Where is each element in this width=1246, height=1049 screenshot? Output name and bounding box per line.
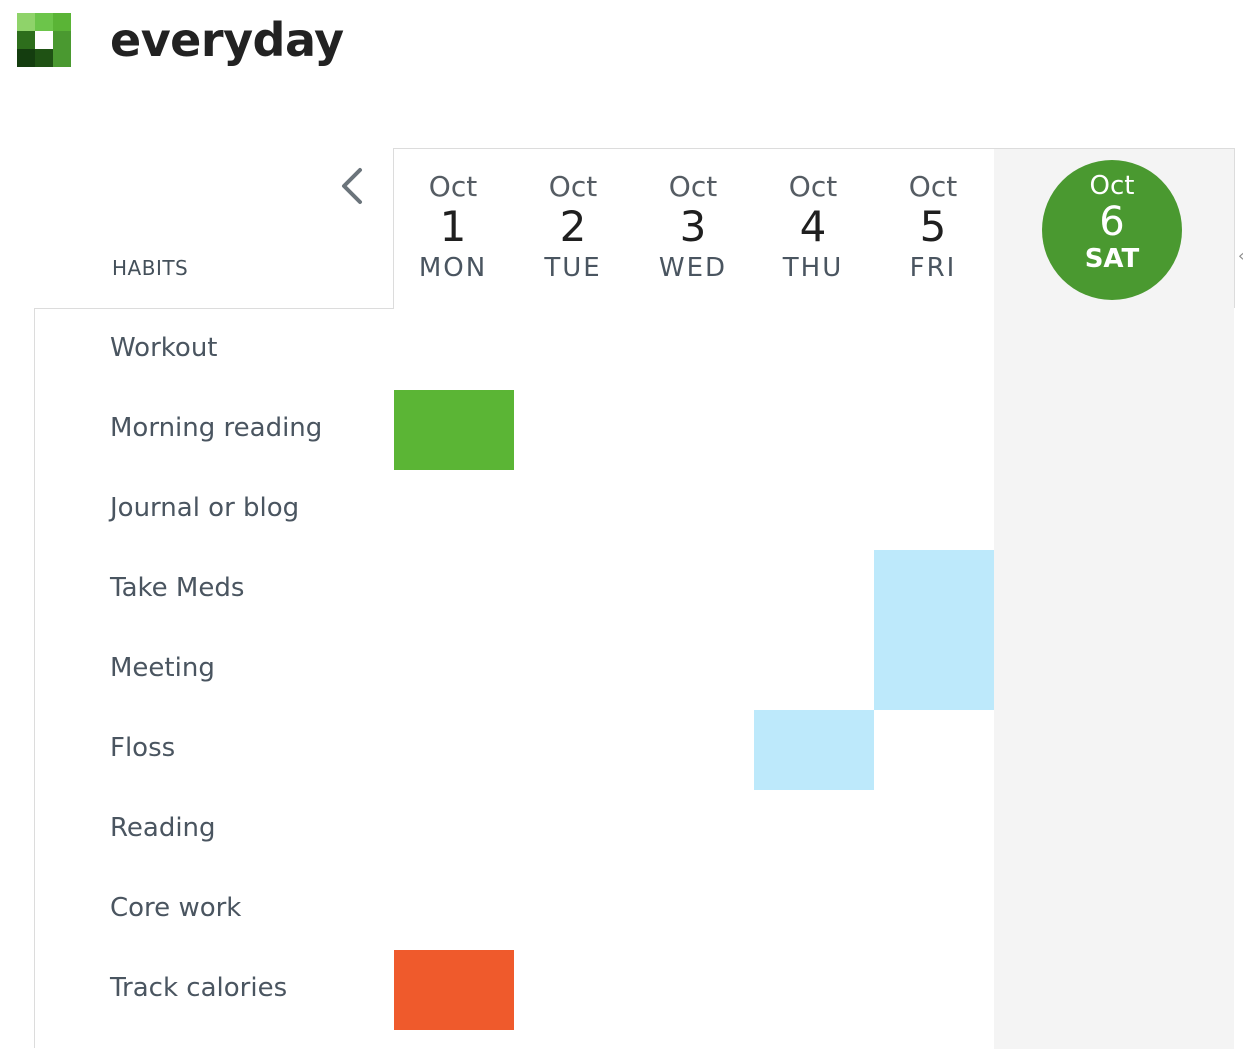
logo-square <box>17 31 35 49</box>
habit-label[interactable]: Workout <box>110 308 218 388</box>
day-weekday: WED <box>658 253 728 283</box>
day-month: Oct <box>908 170 958 203</box>
today-weekday: SAT <box>1084 244 1140 274</box>
day-number: 4 <box>799 202 827 251</box>
habit-label[interactable]: Reading <box>110 788 216 868</box>
habit-cell-marked[interactable] <box>394 390 514 470</box>
habit-cell-marked[interactable] <box>874 630 994 710</box>
habits-heading: HABITS <box>112 256 189 280</box>
today-day: 6 <box>1099 199 1125 245</box>
chevron-right-icon[interactable]: ‹ <box>1238 246 1246 262</box>
day-weekday: FRI <box>909 253 957 283</box>
logo-square <box>17 49 35 67</box>
habit-label[interactable]: Meeting <box>110 628 215 708</box>
habit-label[interactable]: Journal or blog <box>110 468 299 548</box>
logo-square <box>53 31 71 49</box>
logo-square <box>53 49 71 67</box>
day-header-mon[interactable]: Oct 1 MON <box>393 170 513 286</box>
habit-label[interactable]: Track calories <box>110 948 287 1028</box>
chevron-left-icon[interactable] <box>336 164 370 208</box>
habit-cell-marked[interactable] <box>394 950 514 1030</box>
habit-cell-marked[interactable] <box>754 710 874 790</box>
day-weekday: THU <box>782 253 844 283</box>
app-logo[interactable] <box>17 13 71 67</box>
app-title: everyday <box>110 13 344 67</box>
logo-square <box>35 31 53 49</box>
day-weekday: MON <box>418 253 488 283</box>
day-header-tue[interactable]: Oct 2 TUE <box>513 170 633 286</box>
day-number: 5 <box>919 202 947 251</box>
logo-square <box>35 13 53 31</box>
day-month: Oct <box>428 170 478 203</box>
habit-label[interactable]: Morning reading <box>110 388 322 468</box>
day-weekday: TUE <box>544 253 602 283</box>
logo-square <box>53 13 71 31</box>
habit-label[interactable]: Core work <box>110 868 241 948</box>
logo-square <box>35 49 53 67</box>
day-number: 3 <box>679 202 707 251</box>
day-month: Oct <box>788 170 838 203</box>
today-date-badge[interactable]: Oct 6 SAT <box>1042 160 1182 300</box>
day-number: 1 <box>439 202 467 251</box>
day-month: Oct <box>668 170 718 203</box>
day-header-wed[interactable]: Oct 3 WED <box>633 170 753 286</box>
habit-label[interactable]: Floss <box>110 708 175 788</box>
day-header-thu[interactable]: Oct 4 THU <box>753 170 873 286</box>
today-month: Oct <box>1089 171 1135 201</box>
day-number: 2 <box>559 202 587 251</box>
habit-label[interactable]: Take Meds <box>110 548 244 628</box>
habit-cell-marked[interactable] <box>874 550 994 630</box>
day-month: Oct <box>548 170 598 203</box>
day-header-fri[interactable]: Oct 5 FRI <box>873 170 993 286</box>
logo-square <box>17 13 35 31</box>
